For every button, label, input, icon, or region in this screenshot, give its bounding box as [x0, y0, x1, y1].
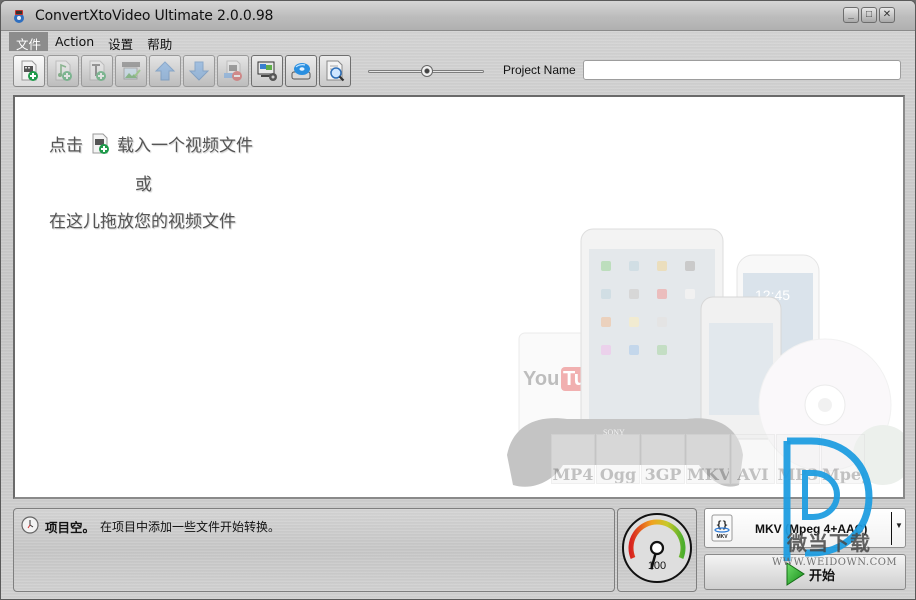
project-name-label: Project Name: [503, 63, 576, 77]
minimize-icon: _: [848, 9, 854, 20]
burn-disc-button[interactable]: [285, 55, 317, 87]
monitor-gear-icon: [257, 61, 277, 81]
hint-click-text: 点击: [49, 136, 83, 156]
svg-text:{}: {}: [716, 520, 728, 531]
window-title: ConvertXtoVideo Ultimate 2.0.0.98: [35, 8, 274, 24]
mkv-format-icon: {} MKV: [711, 514, 733, 542]
menu-bar: 文件 Action 设置 帮助: [9, 32, 179, 52]
settings-button[interactable]: [251, 55, 283, 87]
project-name-input[interactable]: [583, 60, 901, 80]
add-subtitle-button[interactable]: [81, 55, 113, 87]
remove-button[interactable]: [217, 55, 249, 87]
gauge-value: 100: [648, 560, 666, 572]
format-badge: Mpeg: [821, 434, 865, 484]
maximize-button[interactable]: □: [861, 7, 877, 23]
app-window: ConvertXtoVideo Ultimate 2.0.0.98 _ □ ✕ …: [0, 0, 916, 600]
format-badges: MP4 Ogg 3GP MKV AVI MP3 Mpeg: [551, 434, 866, 484]
document-search-icon: [326, 60, 345, 82]
zoom-slider[interactable]: [368, 65, 484, 77]
image-edit-icon: [122, 62, 141, 80]
dropdown-arrow-icon[interactable]: ▼: [895, 521, 903, 530]
add-audio-button[interactable]: [47, 55, 79, 87]
status-title: 项目空。: [45, 520, 96, 535]
watermark-brand: 微当下载: [787, 531, 871, 555]
move-up-button[interactable]: [149, 55, 181, 87]
format-badge: AVI: [731, 434, 775, 484]
hint-load-text: 载入一个视频文件: [117, 136, 253, 156]
text-add-icon: [89, 60, 106, 81]
toolbar: [13, 55, 351, 87]
watermark-url: WWW.WEIDOWN.COM: [772, 557, 898, 568]
film-add-icon[interactable]: [89, 133, 111, 155]
menu-settings[interactable]: 设置: [101, 32, 140, 52]
tablet-screen: [589, 249, 715, 419]
youtube-logo-text: You: [523, 368, 559, 390]
format-badge: MP3: [776, 434, 820, 484]
menu-help[interactable]: 帮助: [140, 32, 179, 52]
format-badge: MP4: [551, 434, 595, 484]
slider-thumb[interactable]: [421, 65, 433, 77]
move-down-button[interactable]: [183, 55, 215, 87]
format-badge: Ogg: [596, 434, 640, 484]
minimize-button[interactable]: _: [843, 7, 859, 23]
select-divider: [891, 512, 892, 545]
music-add-icon: [55, 60, 72, 81]
app-logo-icon: [14, 10, 24, 23]
maximize-icon: □: [865, 9, 873, 20]
film-add-icon: [21, 60, 38, 81]
disc-drive-icon: [291, 63, 311, 80]
close-button[interactable]: ✕: [879, 7, 895, 23]
arrow-up-icon: [154, 61, 176, 81]
dvd-disc-hole: [818, 398, 832, 412]
status-panel: 项目空。 在项目中添加一些文件开始转换。: [13, 508, 615, 592]
gauge-hub: [649, 540, 665, 556]
cpu-gauge: 100: [622, 513, 692, 583]
title-bar: ConvertXtoVideo Ultimate 2.0.0.98 _ □ ✕: [1, 1, 915, 31]
menu-action[interactable]: Action: [48, 32, 101, 51]
format-badge: 3GP: [641, 434, 685, 484]
menu-file[interactable]: 文件: [9, 32, 49, 52]
remove-file-icon: [224, 60, 242, 81]
svg-text:MKV: MKV: [716, 534, 728, 540]
hint-drop-text: 在这儿拖放您的视频文件: [49, 212, 236, 232]
preview-button[interactable]: [319, 55, 351, 87]
format-badge: MKV: [686, 434, 730, 484]
clock-icon: [21, 516, 39, 534]
close-icon: ✕: [882, 9, 892, 20]
file-drop-area[interactable]: 点击 载入一个视频文件 或 在这儿拖放您的视频文件 You Tub: [13, 95, 905, 499]
hint-or-text: 或: [135, 175, 152, 195]
cpu-gauge-panel: 100: [617, 508, 697, 592]
arrow-down-icon: [188, 61, 210, 81]
status-message: 在项目中添加一些文件开始转换。: [100, 520, 281, 534]
load-hint: 点击 载入一个视频文件: [49, 131, 253, 156]
edit-menu-button[interactable]: [115, 55, 147, 87]
add-video-file-button[interactable]: [13, 55, 45, 87]
